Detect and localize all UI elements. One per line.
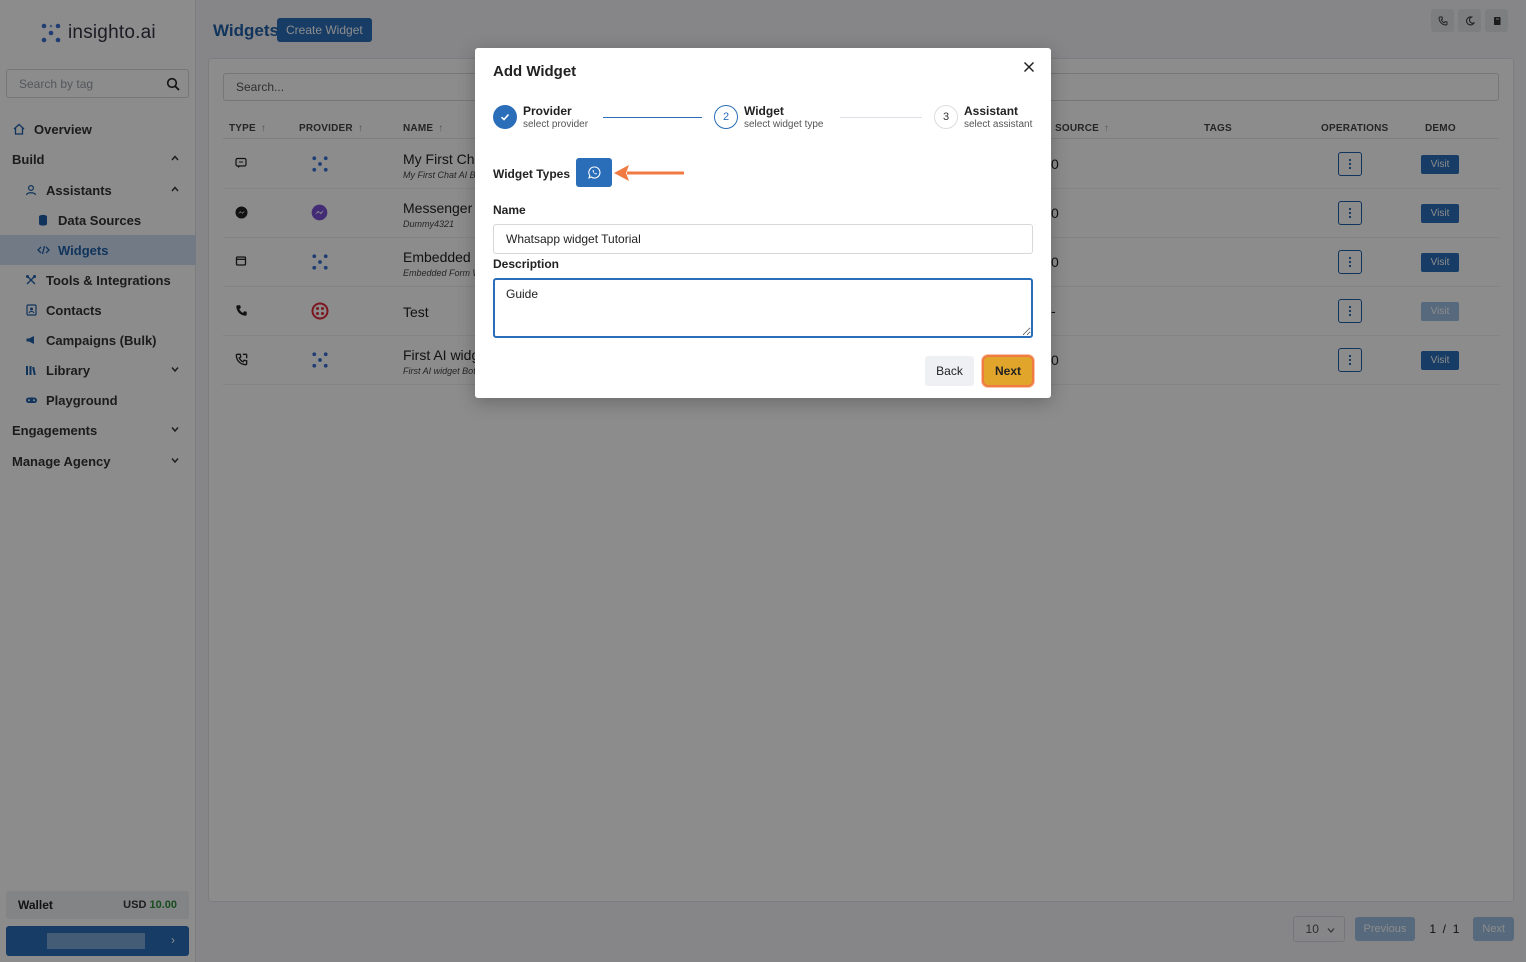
name-input[interactable] [493, 224, 1033, 254]
step-title: Assistant [964, 104, 1019, 118]
stepper: Provider select provider 2 Widget select… [493, 104, 1035, 136]
modal-title: Add Widget [493, 63, 577, 80]
arrow-left-icon [614, 165, 684, 181]
add-widget-modal: Add Widget Provider select provider 2 Wi… [475, 48, 1051, 398]
step-widget[interactable]: 2 Widget select widget type [714, 104, 824, 132]
name-label: Name [493, 203, 526, 217]
close-button[interactable] [1021, 59, 1037, 75]
check-icon [493, 105, 517, 129]
step-connector [603, 117, 702, 118]
description-label: Description [493, 257, 560, 271]
step-description: select widget type [744, 119, 824, 130]
widget-types-label: Widget Types [493, 167, 571, 181]
step-number: 2 [714, 105, 738, 129]
step-provider[interactable]: Provider select provider [493, 104, 588, 132]
step-assistant[interactable]: 3 Assistant select assistant [934, 104, 1032, 132]
step-title: Widget [744, 104, 784, 118]
step-description: select assistant [964, 119, 1033, 130]
step-number: 3 [934, 105, 958, 129]
whatsapp-icon [587, 166, 600, 179]
description-input[interactable]: Guide [493, 278, 1033, 338]
back-button[interactable]: Back [925, 356, 974, 386]
step-description: select provider [523, 119, 589, 130]
step-connector [840, 117, 922, 118]
next-button[interactable]: Next [982, 355, 1034, 387]
step-title: Provider [523, 104, 572, 118]
whatsapp-widget-type-button[interactable] [576, 158, 612, 187]
close-icon [1023, 61, 1035, 73]
